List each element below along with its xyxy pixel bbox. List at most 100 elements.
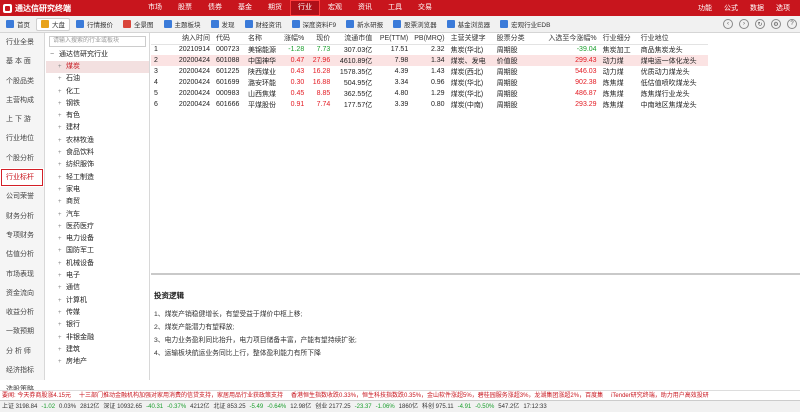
window-control[interactable]: 功能 xyxy=(692,3,718,13)
toolbar-button[interactable]: 大盘 xyxy=(36,17,70,31)
ticker-item[interactable]: 香港恒生指数收跌0.33%，恒生科技指数跌0.35%，金山软件涨超5%，碧桂园服… xyxy=(291,393,603,399)
tree-node[interactable]: + 银行 xyxy=(46,319,149,331)
expand-icon[interactable]: + xyxy=(58,196,66,208)
tree-node[interactable]: + 商贸 xyxy=(46,196,149,208)
expand-icon[interactable]: + xyxy=(58,245,66,257)
toolbar-button[interactable]: 首页 xyxy=(2,18,34,31)
left-nav-item[interactable]: 上 下 游 xyxy=(0,110,44,129)
tree-node[interactable]: + 房地产 xyxy=(46,356,149,368)
tree-node[interactable]: + 非银金融 xyxy=(46,332,149,344)
tree-node[interactable]: + 农林牧渔 xyxy=(46,135,149,147)
ticker-item[interactable]: 要闻: 今天券商股涨4.15元 xyxy=(2,393,71,399)
toolbar-button[interactable]: 股票浏览器 xyxy=(389,18,441,31)
left-nav-item[interactable]: 个股品类 xyxy=(0,72,44,91)
left-nav-item[interactable]: 资金流向 xyxy=(0,284,44,303)
help-icon[interactable]: ? xyxy=(787,19,797,29)
back-icon[interactable]: ‹ xyxy=(723,19,733,29)
expand-icon[interactable]: + xyxy=(58,135,66,147)
tree-node[interactable]: + 机械设备 xyxy=(46,258,149,270)
top-menu-item[interactable]: 债券 xyxy=(200,0,230,16)
expand-icon[interactable]: + xyxy=(58,209,66,221)
expand-icon[interactable]: + xyxy=(58,61,66,73)
settings-icon[interactable]: ⚙ xyxy=(771,19,781,29)
window-control[interactable]: 数据 xyxy=(744,3,770,13)
tree-node[interactable]: + 建材 xyxy=(46,122,149,134)
column-header[interactable]: 主营关键字 xyxy=(448,33,494,44)
left-nav-item[interactable]: 公司荣誉 xyxy=(0,187,44,206)
refresh-icon[interactable]: ↻ xyxy=(755,19,765,29)
left-nav-item[interactable]: 基 本 面 xyxy=(0,52,44,71)
tree-node[interactable]: + 电子 xyxy=(46,270,149,282)
toolbar-button[interactable]: 全景图 xyxy=(119,18,158,31)
expand-icon[interactable]: + xyxy=(58,98,66,110)
tree-node[interactable]: + 轻工制造 xyxy=(46,172,149,184)
tree-node[interactable]: + 煤炭 xyxy=(46,61,149,74)
column-header[interactable]: 涨幅% xyxy=(281,33,307,44)
left-nav-item[interactable]: 分 析 师 xyxy=(0,342,44,361)
column-header[interactable]: 流通市值 xyxy=(333,33,375,44)
toolbar-button[interactable]: 深度资料F9 xyxy=(288,18,341,31)
toolbar-button[interactable]: 基金浏览器 xyxy=(443,18,495,31)
tree-node[interactable]: + 化工 xyxy=(46,86,149,98)
left-nav-item[interactable]: 市场表现 xyxy=(0,265,44,284)
left-nav-item[interactable]: 主营构成 xyxy=(0,91,44,110)
expand-icon[interactable]: + xyxy=(58,159,66,171)
top-menu-item[interactable]: 股票 xyxy=(170,0,200,16)
expand-icon[interactable]: + xyxy=(58,356,66,368)
column-header[interactable]: 入选至今涨幅% xyxy=(542,33,600,44)
expand-icon[interactable]: + xyxy=(58,73,66,85)
expand-icon[interactable]: + xyxy=(58,282,66,294)
ticker-item[interactable]: 十三部门推动金融机构加强对家用消费的信贷支持，家居用品行业获政策支持 xyxy=(79,393,283,399)
column-header[interactable]: 纳入时间 xyxy=(169,33,213,44)
tree-search-input[interactable]: 请输入搜索的行业或板块 xyxy=(49,36,146,47)
expand-icon[interactable]: + xyxy=(58,270,66,282)
top-menu-item[interactable]: 期货 xyxy=(260,0,290,16)
forward-icon[interactable]: › xyxy=(739,19,749,29)
column-header[interactable]: 代码 xyxy=(213,33,245,44)
table-row[interactable]: 1 20210914 000723 美锦能源 -1.28 7.73 307.03亿 17.51… xyxy=(151,44,708,55)
table-row[interactable]: 2 20200424 601088 中国神华 0.47 27.96 4610.89亿 7.98… xyxy=(151,55,708,66)
column-header[interactable]: PB(MRQ) xyxy=(411,33,447,44)
table-row[interactable]: 3 20200424 601225 陕西煤业 0.43 16.28 1578.35亿 4.39… xyxy=(151,66,708,77)
tree-node[interactable]: + 传媒 xyxy=(46,307,149,319)
top-menu-item[interactable]: 基金 xyxy=(230,0,260,16)
news-ticker[interactable]: 要闻: 今天券商股涨4.15元 十三部门推动金融机构加强对家用消费的信贷支持，家居… xyxy=(0,390,800,400)
tree-node[interactable]: + 家电 xyxy=(46,184,149,196)
tree-node[interactable]: + 食品饮料 xyxy=(46,147,149,159)
tree-root[interactable]: − 通达信研究行业 xyxy=(46,49,149,61)
table-row[interactable]: 5 20200424 000983 山西焦煤 0.45 8.85 362.55亿 4.80 1.… xyxy=(151,88,708,99)
tree-node[interactable]: + 纺织服饰 xyxy=(46,159,149,171)
top-menu-item[interactable]: 市场 xyxy=(140,0,170,16)
expand-icon[interactable]: + xyxy=(58,147,66,159)
expand-icon[interactable]: + xyxy=(58,258,66,270)
toolbar-button[interactable]: 宏观行业EDB xyxy=(496,18,554,31)
ticker-item[interactable]: iTender研究终端，助力用户高效投研 xyxy=(611,393,709,399)
left-nav-item[interactable]: 经济指标 xyxy=(0,361,44,380)
tree-node[interactable]: + 医药医疗 xyxy=(46,221,149,233)
collapse-icon[interactable]: − xyxy=(50,49,57,61)
column-header[interactable]: 行业细分 xyxy=(600,33,638,44)
expand-icon[interactable]: + xyxy=(58,86,66,98)
expand-icon[interactable]: + xyxy=(58,184,66,196)
expand-icon[interactable]: + xyxy=(58,122,66,134)
expand-icon[interactable]: + xyxy=(58,319,66,331)
expand-icon[interactable]: + xyxy=(58,221,66,233)
tree-node[interactable]: + 建筑 xyxy=(46,344,149,356)
tree-node[interactable]: + 有色 xyxy=(46,110,149,122)
toolbar-button[interactable]: 发现 xyxy=(207,18,239,31)
top-menu-item[interactable]: 行业 xyxy=(290,0,320,16)
top-menu-item[interactable]: 宏观 xyxy=(320,0,350,16)
expand-icon[interactable]: + xyxy=(58,233,66,245)
toolbar-button[interactable]: 行情报价 xyxy=(72,18,117,31)
expand-icon[interactable]: + xyxy=(58,344,66,356)
tree-node[interactable]: + 通信 xyxy=(46,282,149,294)
column-header[interactable]: PE(TTM) xyxy=(375,33,411,44)
table-row[interactable]: 6 20200424 601666 平煤股份 0.91 7.74 177.57亿 3.39 0.… xyxy=(151,99,708,110)
left-nav-item[interactable]: 一致预期 xyxy=(0,322,44,341)
top-menu-item[interactable]: 交易 xyxy=(410,0,440,16)
top-menu-item[interactable]: 工具 xyxy=(380,0,410,16)
left-nav-item[interactable]: 收益分析 xyxy=(0,303,44,322)
column-header[interactable]: 名称 xyxy=(245,33,281,44)
tree-node[interactable]: + 钢铁 xyxy=(46,98,149,110)
column-header[interactable]: 股票分类 xyxy=(494,33,542,44)
